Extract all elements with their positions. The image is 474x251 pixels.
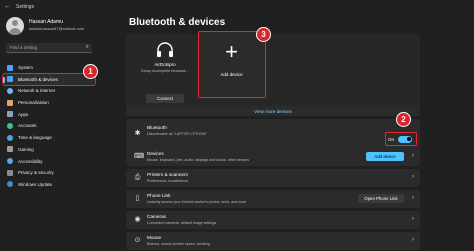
search-placeholder: Find a setting <box>10 45 38 50</box>
toggle-state-label: On <box>388 136 395 142</box>
page-title: Bluetooth & devices <box>129 17 226 28</box>
chevron-right-icon: › <box>412 216 414 222</box>
update-icon <box>7 181 13 188</box>
sidebar-item-privacy-security[interactable]: Privacy & security <box>3 167 95 179</box>
device-name: AirDotspro <box>154 62 176 67</box>
chevron-right-icon: › <box>412 237 414 243</box>
gamepad-icon <box>7 146 13 153</box>
sidebar-item-label: Windows Update <box>18 181 53 187</box>
chevron-right-icon: › <box>412 153 414 159</box>
row-title: Cameras <box>147 214 167 219</box>
sidebar-item-bluetooth-devices[interactable]: Bluetooth & devices <box>2 72 96 87</box>
sidebar-item-windows-update[interactable]: Windows Update <box>3 179 95 191</box>
window-title: Settings <box>16 4 35 10</box>
bluetooth-icon: ✱ <box>134 130 141 137</box>
open-phone-link-button[interactable]: Open Phone Link <box>358 194 404 203</box>
bluetooth-toggle-highlight: On <box>385 132 417 146</box>
title-bar: ← Settings <box>0 0 474 16</box>
sidebar-item-gaming[interactable]: Gaming <box>3 144 95 156</box>
user-name: Hassan Adamu <box>29 19 63 25</box>
row-title: Mouse <box>147 235 162 240</box>
device-card: AirDotspro Setup incomplete because... C… <box>136 40 194 105</box>
camera-icon: ◉ <box>134 216 141 223</box>
search-icon: ⌕ <box>85 44 89 50</box>
row-subtitle: Connected cameras, default image setting… <box>147 221 217 225</box>
row-title: Devices <box>147 151 164 156</box>
phone-icon: ▯ <box>135 195 140 202</box>
view-more-devices-link[interactable]: View more devices <box>126 106 420 116</box>
add-device-tile[interactable]: + Add device <box>198 31 266 98</box>
sidebar-item-system[interactable]: System <box>3 62 95 74</box>
mouse-icon: ⊙ <box>134 237 141 244</box>
network-icon <box>7 87 13 94</box>
row-subtitle: Preferences, troubleshoot <box>147 179 189 183</box>
accessibility-icon <box>7 158 13 164</box>
callout-badge-1: 1 <box>83 64 98 79</box>
sidebar-item-label: System <box>18 65 34 70</box>
chevron-right-icon: › <box>412 195 414 201</box>
row-title: Bluetooth <box>147 125 167 130</box>
sidebar-item-label: Privacy & security <box>18 170 54 176</box>
mouse-row[interactable]: ⊙ Mouse Buttons, mouse pointer speed, sc… <box>126 232 420 250</box>
plus-icon: + <box>225 39 238 64</box>
sidebar-item-label: Bluetooth & devices <box>18 76 58 82</box>
cameras-row[interactable]: ◉ Cameras Connected cameras, default ima… <box>126 211 420 229</box>
headphones-icon <box>157 42 173 57</box>
avatar <box>6 17 24 35</box>
user-profile[interactable]: Hassan Adamu adamuhassan87@outlook.com <box>6 16 114 38</box>
row-title: Phone Link <box>147 193 171 198</box>
keyboard-icon: ⌨ <box>134 153 145 160</box>
connect-button[interactable]: Connect <box>146 94 184 103</box>
sidebar-item-personalization[interactable]: Personalization <box>3 97 95 109</box>
sidebar-item-label: Time & language <box>18 135 52 141</box>
sidebar-item-label: Personalization <box>18 100 49 106</box>
sidebar-item-accessibility[interactable]: Accessibility <box>3 156 95 168</box>
row-subtitle: Mouse, keyboard, pen, audio, displays an… <box>147 158 250 162</box>
sidebar: Hassan Adamu adamuhassan87@outlook.com F… <box>0 16 114 251</box>
callout-badge-2: 2 <box>396 112 411 127</box>
devices-row[interactable]: ⌨ Devices Mouse, keyboard, pen, audio, d… <box>126 148 420 166</box>
device-status: Setup incomplete because... <box>141 69 189 73</box>
globe-clock-icon <box>7 134 13 141</box>
phone-link-row[interactable]: ▯ Phone Link Instantly access your Andro… <box>126 190 420 208</box>
view-more-label: View more devices <box>254 108 292 114</box>
printers-scanners-row[interactable]: ⎙ Printers & scanners Preferences, troub… <box>126 169 420 187</box>
row-subtitle: Buttons, mouse pointer speed, scrolling <box>147 242 210 246</box>
back-arrow-icon[interactable]: ← <box>4 3 11 10</box>
sidebar-item-accounts[interactable]: Accounts <box>3 120 95 132</box>
sidebar-nav: System Bluetooth & devices Network & int… <box>2 62 96 191</box>
printer-icon: ⎙ <box>134 174 141 181</box>
main-content: Bluetooth & devices AirDotspro Setup inc… <box>120 16 474 251</box>
search-input[interactable]: Find a setting ⌕ <box>6 43 92 53</box>
sidebar-item-network[interactable]: Network & internet <box>3 85 95 97</box>
sidebar-item-label: Gaming <box>18 146 34 152</box>
apps-icon <box>7 111 13 118</box>
row-subtitle: Discoverable as "LAPTOP-CFTHOI6" <box>147 132 207 136</box>
toggle-knob <box>406 137 411 141</box>
bluetooth-toggle[interactable] <box>398 135 412 143</box>
shield-icon <box>7 169 13 176</box>
add-device-button[interactable]: Add device <box>366 152 404 161</box>
bluetooth-devices-icon <box>7 76 13 83</box>
sidebar-item-label: Accounts <box>18 123 37 129</box>
user-email: adamuhassan87@outlook.com <box>29 26 85 31</box>
sidebar-item-apps[interactable]: Apps <box>3 109 95 121</box>
row-title: Printers & scanners <box>147 172 188 177</box>
chevron-right-icon: › <box>412 174 414 180</box>
person-icon <box>7 122 13 129</box>
row-subtitle: Instantly access your Android device's p… <box>147 200 247 204</box>
sidebar-item-time-language[interactable]: Time & language <box>3 132 95 144</box>
callout-badge-3: 3 <box>256 27 271 42</box>
system-icon <box>7 64 13 71</box>
sidebar-item-label: Apps <box>18 111 29 117</box>
sidebar-item-label: Accessibility <box>18 158 43 164</box>
device-panel: AirDotspro Setup incomplete because... C… <box>126 34 420 113</box>
sidebar-item-label: Network & internet <box>18 88 56 94</box>
add-device-label: Add device <box>220 72 243 77</box>
brush-icon <box>7 99 13 106</box>
settings-window: ← Settings Hassan Adamu adamuhassan87@ou… <box>0 0 474 251</box>
